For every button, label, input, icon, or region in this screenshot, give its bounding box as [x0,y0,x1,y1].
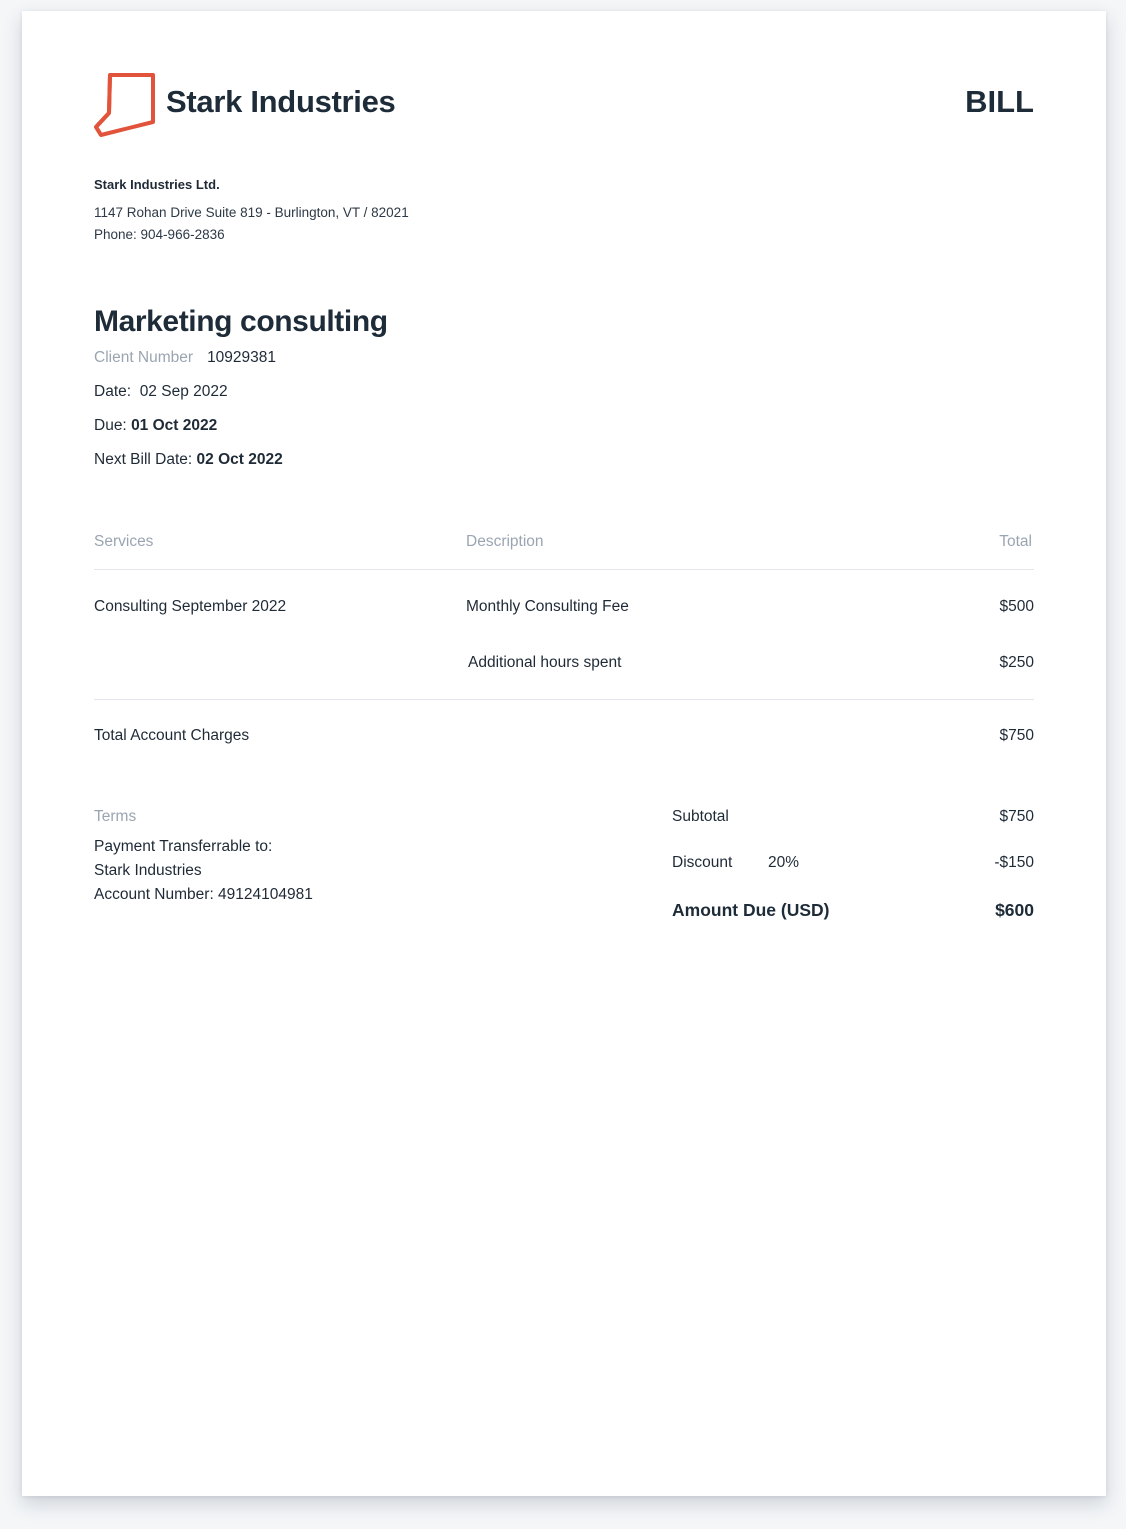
sender-address: 1147 Rohan Drive Suite 819 - Burlington,… [94,205,409,220]
sender-phone: Phone: 904-966-2836 [94,227,225,242]
amount-due-label: Amount Due (USD) [672,900,830,920]
subtotal-value: $750 [999,808,1034,825]
next-bill-date-value: 02 Oct 2022 [196,451,283,468]
due-date-label: Due: [94,417,127,434]
total-charges-value: $750 [999,727,1034,744]
due-date: Due: 01 Oct 2022 [94,417,217,435]
bill-title: Marketing consulting [94,305,388,338]
next-bill-date-label: Next Bill Date: [94,451,193,468]
amount-due-value: $600 [995,900,1034,920]
document-type: BILL [965,84,1034,119]
rows-divider [94,699,1034,700]
client-number-label: Client Number [94,349,194,366]
column-header-services: Services [94,533,154,550]
next-bill-date: Next Bill Date: 02 Oct 2022 [94,451,283,469]
discount-value: -$150 [994,854,1034,871]
client-number-value: 10929381 [207,349,277,366]
total-charges-label: Total Account Charges [94,727,250,744]
terms-label: Terms [94,808,137,825]
row-1-service: Consulting September 2022 [94,598,287,615]
row-2-total: $250 [999,654,1034,671]
row-1-total: $500 [999,598,1034,615]
header-divider [94,569,1034,570]
bill-date: Date: 02 Sep 2022 [94,383,228,401]
discount-percent: 20% [768,854,800,871]
bill-page: Stark Industries BILL Stark Industries L… [22,11,1106,1496]
sender-company: Stark Industries Ltd. [94,177,220,192]
row-2-description: Additional hours spent [468,654,622,671]
folded-page-logo-icon [92,69,158,137]
column-header-total: Total [999,533,1032,550]
subtotal-label: Subtotal [672,808,729,825]
terms-line-2: Stark Industries [94,862,202,879]
row-1-description: Monthly Consulting Fee [466,598,629,615]
due-date-value: 01 Oct 2022 [131,417,218,434]
bill-date-label: Date: [94,383,132,400]
column-header-description: Description [466,533,544,550]
brand-name: Stark Industries [166,84,396,119]
terms-line-1: Payment Transferrable to: [94,838,273,855]
discount-label: Discount [672,854,733,871]
terms-line-3: Account Number: 49124104981 [94,886,313,903]
client-number: Client Number 10929381 [94,349,276,367]
bill-date-value: 02 Sep 2022 [139,383,228,400]
